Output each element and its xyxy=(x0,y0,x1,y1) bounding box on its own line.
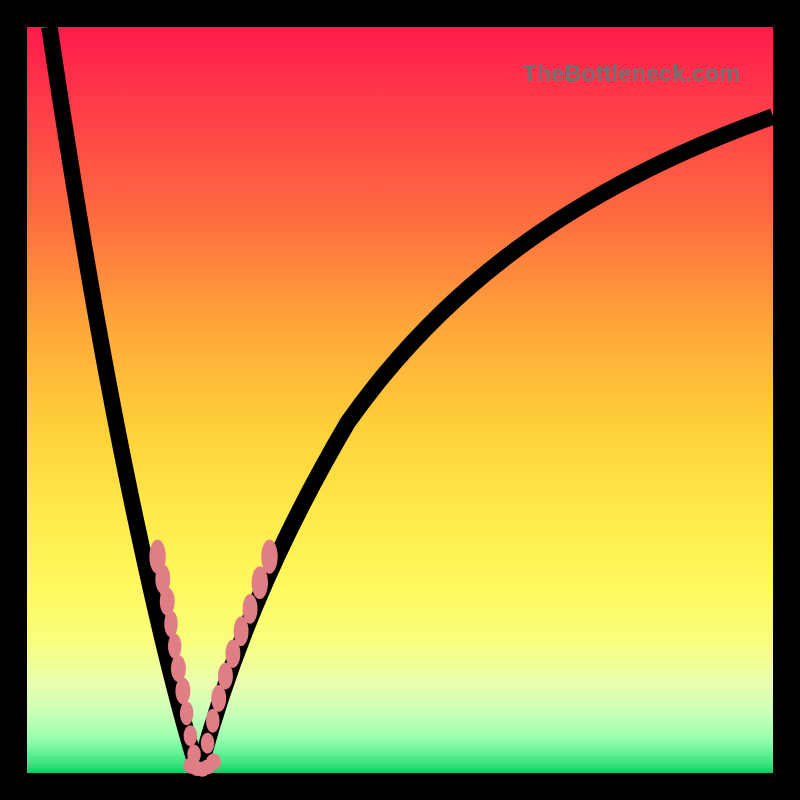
curve-layer xyxy=(27,27,773,773)
marker xyxy=(206,754,221,770)
marker xyxy=(201,733,214,754)
chart-frame: TheBottleneck.com xyxy=(0,0,800,800)
marker xyxy=(206,709,219,733)
marker xyxy=(164,610,177,637)
marker xyxy=(180,701,193,725)
marker xyxy=(261,540,277,574)
marker xyxy=(243,594,258,624)
marker xyxy=(184,725,197,746)
marker xyxy=(175,678,190,705)
marker xyxy=(168,633,181,658)
curve-right xyxy=(199,117,773,773)
watermark-text: TheBottleneck.com xyxy=(523,60,740,87)
